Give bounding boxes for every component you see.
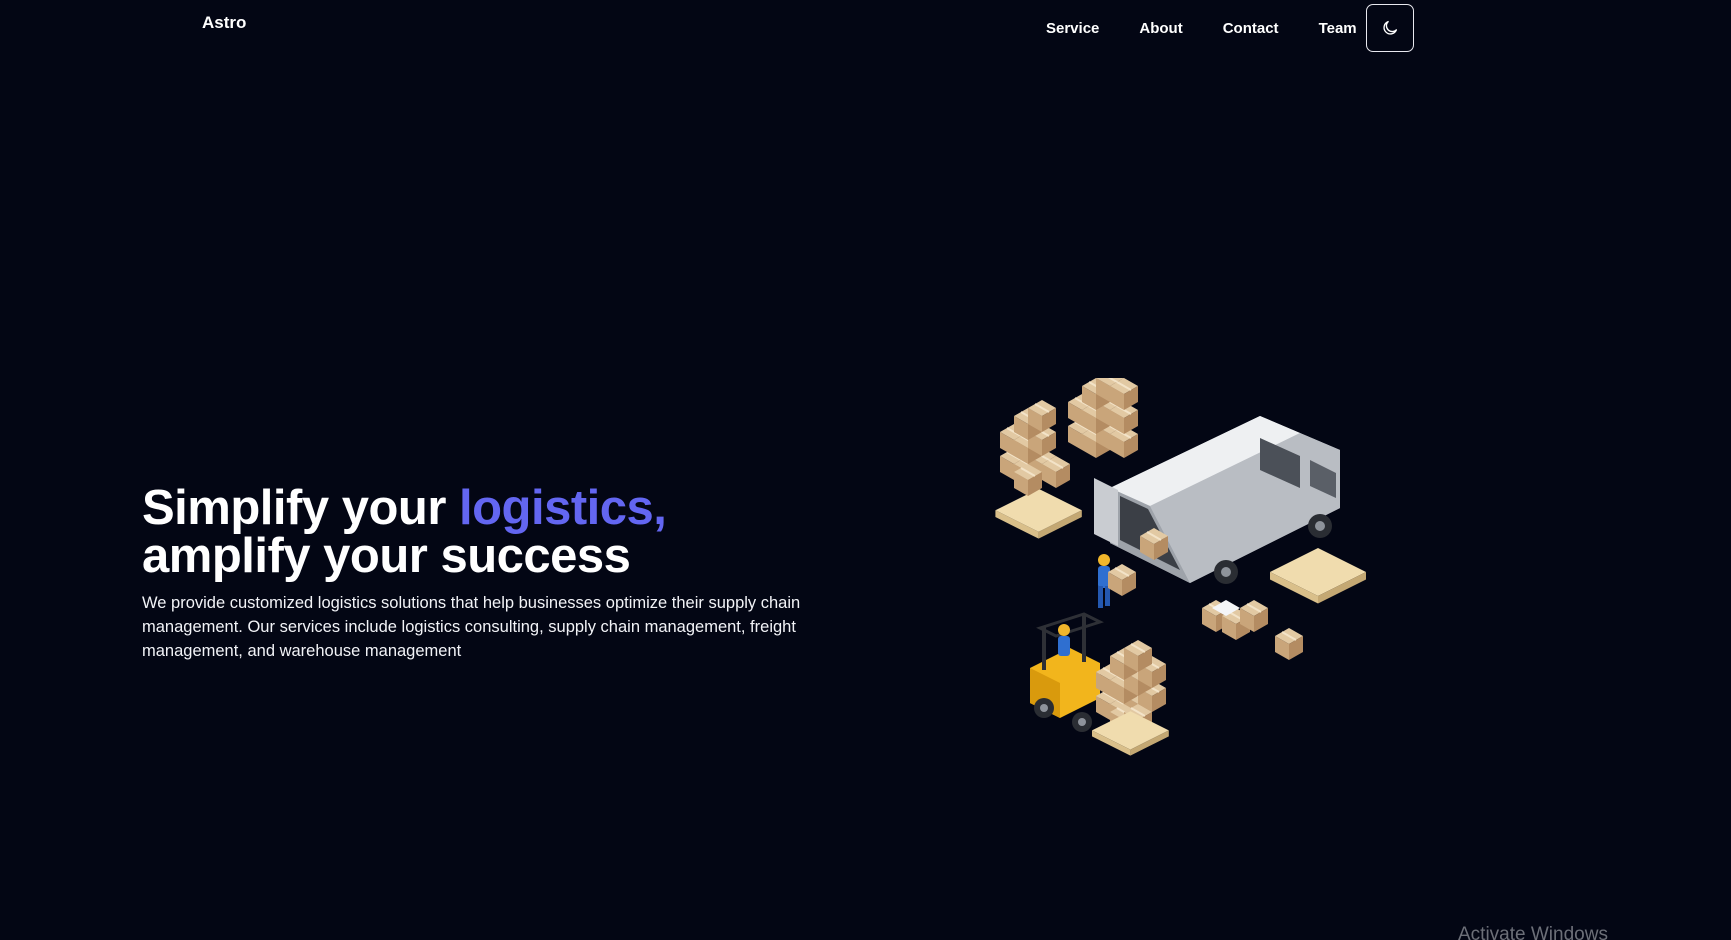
brand-logo[interactable]: Astro	[202, 13, 246, 33]
worker	[1098, 554, 1137, 608]
page: Astro Service About Contact Team Simplif…	[0, 0, 1731, 940]
box-stack-left	[995, 399, 1082, 539]
nav-link-team[interactable]: Team	[1319, 20, 1357, 37]
box-stack-back	[1067, 378, 1139, 459]
nav-link-contact[interactable]: Contact	[1223, 20, 1279, 37]
moon-icon	[1383, 20, 1397, 35]
theme-toggle-button[interactable]	[1365, 4, 1414, 52]
loose-boxes	[1201, 599, 1304, 661]
logistics-illustration	[995, 378, 1366, 756]
hero-title-part2: amplify your success	[142, 529, 631, 583]
hero-title-accent: logistics,	[459, 481, 667, 535]
hero-title: Simplify your logistics, amplify your suc…	[142, 481, 667, 583]
os-activation-watermark: Activate Windows	[1458, 924, 1608, 940]
nav-link-about[interactable]: About	[1139, 20, 1182, 37]
hero-title-part1: Simplify your	[142, 481, 460, 535]
hero-description: We provide customized logistics solution…	[142, 594, 801, 660]
empty-pallet	[1270, 548, 1366, 604]
main-nav: Service About Contact Team	[1046, 4, 1414, 52]
nav-link-service[interactable]: Service	[1046, 20, 1099, 37]
forklift	[1030, 612, 1169, 756]
